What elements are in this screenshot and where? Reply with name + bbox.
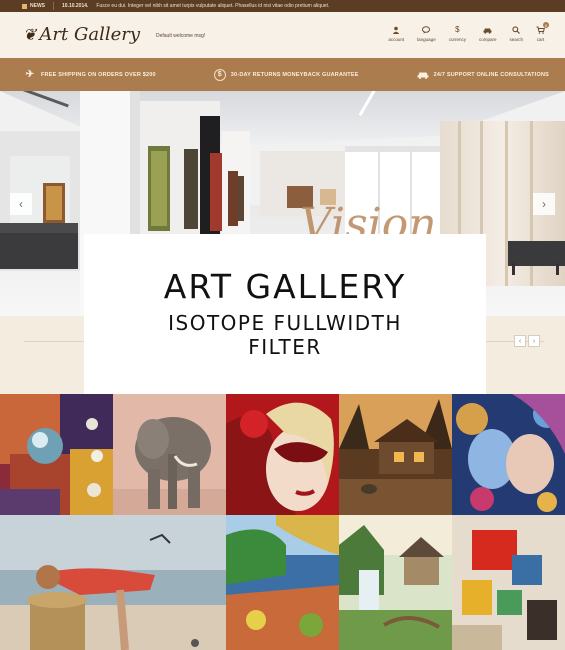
carousel-next-button[interactable]: › — [528, 335, 540, 347]
artwork-tile-abstract-spheres[interactable] — [0, 394, 113, 515]
page-title: ART GALLERY — [163, 266, 407, 306]
artwork-tile-fantasy-faces[interactable] — [452, 394, 565, 515]
nav-currency[interactable]: $ currency — [449, 25, 466, 42]
artwork-image — [339, 515, 452, 650]
promo-returns[interactable]: $ 30-DAY RETURNS MONEYBACK GUARANTEE — [213, 68, 359, 81]
artwork-image — [0, 394, 113, 515]
car-icon — [417, 69, 429, 81]
news-icon — [22, 3, 27, 9]
search-icon — [512, 25, 521, 34]
chevron-right-icon: › — [532, 337, 536, 345]
artwork-image — [113, 394, 226, 515]
artwork-image — [452, 394, 565, 515]
nav-language[interactable]: language — [417, 25, 436, 42]
nav-cart-label: cart — [536, 37, 545, 42]
site-header: ❦ Art Gallery Default welcome msg! accou… — [0, 12, 565, 58]
user-icon — [392, 25, 401, 34]
artwork-tile-elephant[interactable] — [113, 394, 226, 515]
car-icon — [483, 25, 492, 34]
promo-bar: ✈ FREE SHIPPING ON ORDERS OVER $200 $ 30… — [0, 58, 565, 91]
artwork-tile-beach-girl[interactable] — [0, 515, 226, 650]
chevron-right-icon: › — [542, 197, 546, 211]
news-ticker-text[interactable]: Fusce eu dui. Integer vel nibh sit amet … — [96, 3, 329, 9]
dollar-circle-icon: $ — [213, 68, 226, 81]
subtitle-line-1: ISOTOPE FULLWIDTH — [168, 310, 402, 335]
news-bar: NEWS 10.10.2014. Fusce eu dui. Integer v… — [0, 0, 565, 12]
slider-next-button[interactable]: › — [533, 193, 555, 215]
promo-support-text: 24/7 SUPPORT ONLINE CONSULTATIONS — [433, 71, 549, 78]
carousel-prev-button[interactable]: ‹ — [514, 335, 526, 347]
plane-icon: ✈ — [25, 69, 35, 80]
nav-search-label: search — [509, 37, 523, 42]
chevron-left-icon: ‹ — [19, 197, 23, 211]
cart-badge: 0 — [543, 22, 549, 28]
artwork-image — [226, 515, 339, 650]
promo-shipping[interactable]: ✈ FREE SHIPPING ON ORDERS OVER $200 — [24, 69, 156, 81]
artwork-image — [226, 394, 339, 515]
nav-account[interactable]: account — [388, 25, 404, 42]
artwork-image — [0, 515, 226, 650]
nav-compare[interactable]: compare — [478, 25, 497, 42]
title-card: ART GALLERY ISOTOPE FULLWIDTH FILTER — [84, 234, 486, 394]
nav-language-label: language — [417, 37, 436, 42]
page-subtitle: ISOTOPE FULLWIDTH FILTER — [168, 311, 402, 359]
chevron-left-icon: ‹ — [518, 337, 522, 345]
promo-support[interactable]: 24/7 SUPPORT ONLINE CONSULTATIONS — [417, 69, 549, 81]
nav-search[interactable]: search — [509, 25, 523, 42]
dollar-icon: $ — [455, 24, 460, 34]
nav-account-label: account — [388, 37, 405, 42]
slider-prev-button[interactable]: ‹ — [10, 193, 32, 215]
logo-mark-icon: ❦ — [23, 25, 37, 44]
artwork-tile-abstract-squares[interactable] — [452, 515, 565, 650]
nav-currency-label: currency — [448, 37, 466, 42]
artwork-tile-cabin-forest[interactable] — [339, 394, 452, 515]
carousel-controls: ‹ › — [514, 335, 540, 347]
artwork-image — [452, 515, 565, 650]
artwork-image — [339, 394, 452, 515]
chat-bubble-icon — [422, 25, 431, 34]
artwork-tile-cottage-waterfall[interactable] — [339, 515, 452, 650]
news-divider — [53, 2, 54, 10]
nav-compare-label: compare — [478, 37, 497, 42]
header-nav: account language $ currency compare sear… — [388, 22, 549, 42]
news-label: NEWS — [22, 3, 45, 9]
promo-shipping-text: FREE SHIPPING ON ORDERS OVER $200 — [41, 71, 156, 78]
nav-cart[interactable]: 0 cart — [536, 22, 549, 42]
artwork-tile-coast-landscape[interactable] — [226, 515, 339, 650]
news-date: 10.10.2014. — [62, 3, 89, 9]
site-logo[interactable]: ❦ Art Gallery — [23, 24, 140, 45]
subtitle-line-2: FILTER — [248, 334, 322, 359]
logo-text: Art Gallery — [39, 24, 141, 45]
promo-returns-text: 30-DAY RETURNS MONEYBACK GUARANTEE — [230, 71, 359, 78]
artwork-tile-masked-woman[interactable] — [226, 394, 339, 515]
artwork-grid — [0, 394, 565, 650]
welcome-message: Default welcome msg! — [156, 33, 206, 39]
news-label-text: NEWS — [30, 3, 45, 9]
